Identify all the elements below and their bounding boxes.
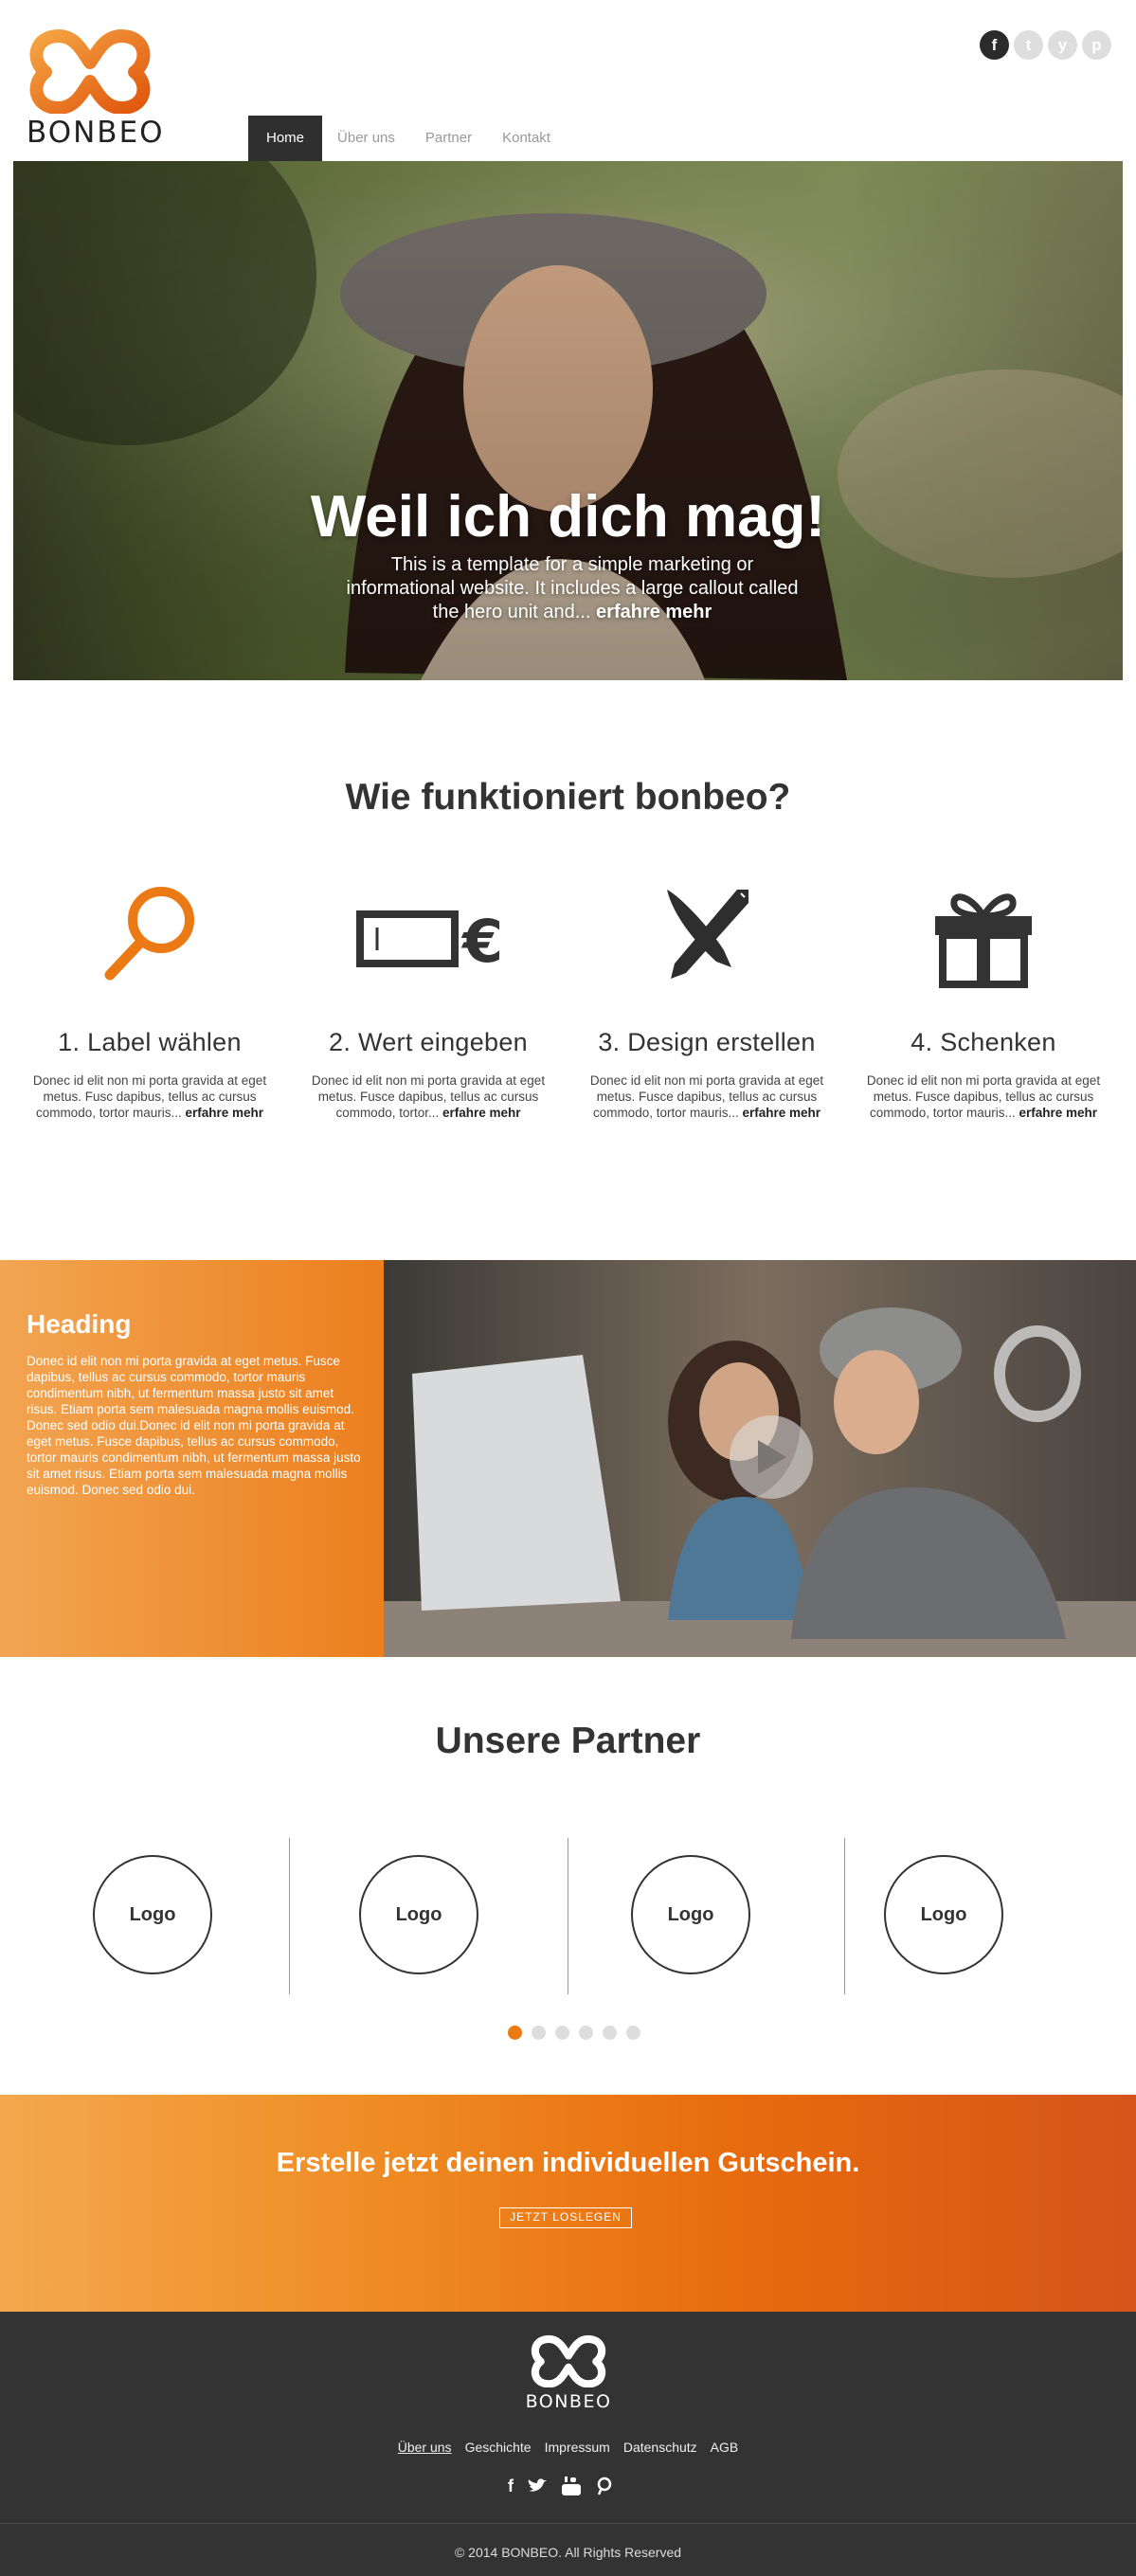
value-euro-icon: € [296, 876, 561, 990]
header-social-links: f t y p [980, 30, 1111, 60]
carousel-dot[interactable] [532, 2026, 546, 2040]
step-title: 2. Wert eingeben [329, 1028, 528, 1056]
feature-text-panel: Heading Donec id elit non mi porta gravi… [0, 1260, 384, 1657]
step-text: Donec id elit non mi porta gravida at eg… [851, 1072, 1116, 1121]
nav-item-ueber-uns[interactable]: Über uns [322, 116, 410, 161]
play-icon [758, 1440, 786, 1474]
hero-text: This is a template for a simple marketin… [345, 553, 800, 624]
pinterest-icon[interactable]: p [1082, 30, 1111, 60]
cta-button[interactable]: JETZT LOSLEGEN [499, 2207, 632, 2228]
footer-logo[interactable]: BONBEO [525, 2334, 612, 2420]
carousel-dot[interactable] [626, 2026, 640, 2040]
step-text: Donec id elit non mi porta gravida at eg… [574, 1072, 839, 1121]
step-more-link[interactable]: erfahre mehr [743, 1106, 821, 1120]
feature-text: Donec id elit non mi porta gravida at eg… [27, 1354, 361, 1497]
pinterest-icon[interactable] [595, 2477, 612, 2495]
step-card-2: € 2. Wert eingeben Donec id elit non mi … [296, 876, 561, 1121]
footer-link-datenschutz[interactable]: Datenschutz [623, 2440, 697, 2455]
pinterest-glyph: p [1091, 35, 1102, 54]
facebook-glyph: f [991, 35, 998, 54]
copyright: © 2014 BONBEO. All Rights Reserved [454, 2545, 682, 2560]
feature-video[interactable] [384, 1260, 1136, 1657]
step-card-4: 4. Schenken Donec id elit non mi porta g… [851, 876, 1116, 1121]
facebook-icon[interactable]: f [980, 30, 1009, 60]
carousel-dots [508, 2026, 640, 2040]
footer-link-geschichte[interactable]: Geschichte [465, 2440, 532, 2455]
hero-banner: Weil ich dich mag! This is a template fo… [13, 161, 1123, 680]
partner-divider [289, 1838, 290, 1994]
nav-item-kontakt[interactable]: Kontakt [487, 116, 566, 161]
cta-title: Erstelle jetzt deinen individuellen Guts… [276, 2148, 860, 2178]
partner-logo[interactable]: Logo [884, 1855, 1003, 1974]
magnifier-icon [17, 876, 282, 990]
carousel-dot[interactable] [603, 2026, 617, 2040]
step-card-3: 3. Design erstellen Donec id elit non mi… [574, 876, 839, 1121]
bonbeo-logo-icon [531, 2334, 606, 2387]
nav-item-home[interactable]: Home [248, 116, 323, 161]
hero-text-body: This is a template for a simple marketin… [346, 554, 799, 622]
twitter-icon[interactable]: t [1014, 30, 1043, 60]
footer-divider [0, 2523, 1136, 2524]
footer-link-impressum[interactable]: Impressum [545, 2440, 610, 2455]
youtube-icon[interactable]: y [1048, 30, 1077, 60]
step-title: 4. Schenken [911, 1028, 1056, 1056]
carousel-dot[interactable] [579, 2026, 593, 2040]
cta-banner: Erstelle jetzt deinen individuellen Guts… [0, 2095, 1136, 2312]
footer-wordmark: BONBEO [525, 2391, 612, 2412]
step-text: Donec id elit non mi porta gravida at eg… [17, 1072, 282, 1121]
youtube-glyph: y [1057, 35, 1068, 54]
step-more-link[interactable]: erfahre mehr [442, 1106, 521, 1120]
footer-social-links: f [508, 2476, 612, 2496]
twitter-icon[interactable] [527, 2477, 548, 2495]
partner-logo[interactable]: Logo [93, 1855, 212, 1974]
gift-icon [851, 876, 1116, 990]
step-title: 3. Design erstellen [598, 1028, 816, 1056]
feature-heading: Heading [27, 1309, 132, 1339]
step-more-link[interactable]: erfahre mehr [186, 1106, 264, 1120]
partner-logo[interactable]: Logo [359, 1855, 478, 1974]
youtube-icon[interactable] [561, 2476, 582, 2496]
svg-text:€: € [460, 907, 503, 976]
step-title: 1. Label wählen [58, 1028, 242, 1056]
partner-logo[interactable]: Logo [631, 1855, 750, 1974]
carousel-dot[interactable] [555, 2026, 569, 2040]
main-nav: Home Über uns Partner Kontakt [248, 116, 566, 161]
step-more-link[interactable]: erfahre mehr [1019, 1106, 1098, 1120]
brush-pen-icon [574, 876, 839, 990]
carousel-dot[interactable] [508, 2026, 522, 2040]
hero-more-link[interactable]: erfahre mehr [596, 602, 712, 622]
footer-link-ueber-uns[interactable]: Über uns [398, 2440, 452, 2455]
hero-title: Weil ich dich mag! [310, 484, 826, 549]
facebook-icon[interactable]: f [508, 2477, 514, 2496]
how-it-works-title: Wie funktioniert bonbeo? [345, 777, 791, 818]
nav-item-partner[interactable]: Partner [410, 116, 487, 161]
step-card-1: 1. Label wählen Donec id elit non mi por… [17, 876, 282, 1121]
play-button[interactable] [730, 1415, 813, 1499]
brand-logo[interactable]: BONBEO [27, 28, 163, 150]
twitter-glyph: t [1025, 35, 1032, 54]
brand-wordmark: BONBEO [27, 116, 165, 150]
step-text: Donec id elit non mi porta gravida at eg… [296, 1072, 561, 1121]
footer: BONBEO Über uns Geschichte Impressum Dat… [0, 2312, 1136, 2576]
footer-link-agb[interactable]: AGB [711, 2440, 739, 2455]
bonbeo-logo-icon [29, 29, 151, 114]
footer-links: Über uns Geschichte Impressum Datenschut… [0, 2440, 1136, 2455]
partners-title: Unsere Partner [435, 1720, 701, 1761]
partner-divider [844, 1838, 845, 1994]
